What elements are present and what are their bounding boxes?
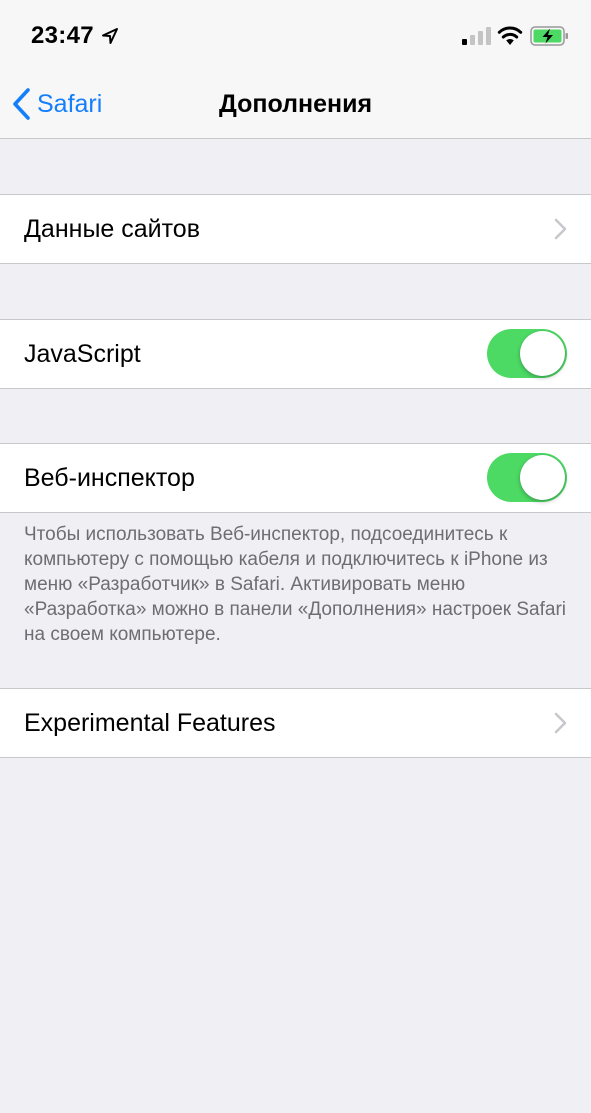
chevron-right-icon: [554, 712, 567, 734]
web-inspector-footer: Чтобы использовать Веб-инспектор, подсое…: [24, 524, 567, 645]
toggle-knob: [520, 331, 565, 376]
javascript-label: JavaScript: [24, 340, 141, 368]
web-inspector-toggle[interactable]: [487, 453, 567, 502]
javascript-toggle[interactable]: [487, 329, 567, 378]
cellular-signal-icon: [462, 27, 491, 45]
experimental-features-row[interactable]: Experimental Features: [0, 688, 591, 758]
wifi-icon: [497, 26, 523, 45]
page-title: Дополнения: [218, 90, 373, 118]
chevron-right-icon: [554, 218, 567, 240]
web-inspector-label: Веб-инспектор: [24, 464, 195, 492]
website-data-label: Данные сайтов: [24, 215, 200, 243]
website-data-row[interactable]: Данные сайтов: [0, 194, 591, 264]
javascript-row: JavaScript: [0, 319, 591, 389]
status-time: 23:47: [31, 22, 94, 49]
battery-charging-icon: [530, 26, 568, 46]
web-inspector-row: Веб-инспектор: [0, 443, 591, 513]
location-arrow-icon: [102, 28, 118, 44]
toggle-knob: [520, 455, 565, 500]
status-bar: 23:47: [0, 0, 591, 70]
navigation-bar: Safari Дополнения: [0, 70, 591, 139]
experimental-features-label: Experimental Features: [24, 709, 276, 737]
